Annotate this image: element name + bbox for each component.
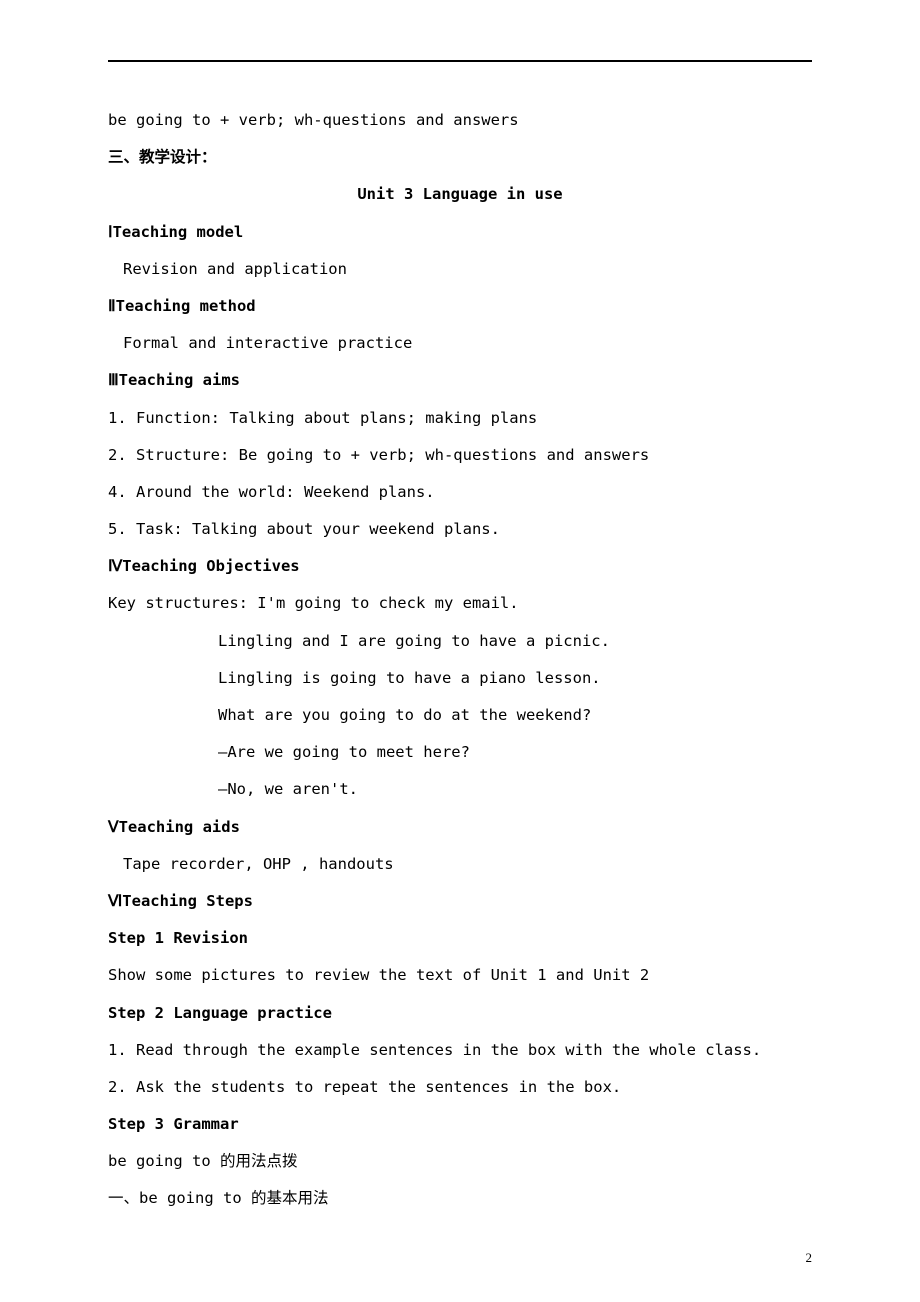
teaching-objectives-heading: ⅣTeaching Objectives (108, 548, 812, 585)
key-structures-line: Lingling is going to have a piano lesson… (108, 660, 812, 697)
step-title: Step 1 Revision (108, 920, 812, 957)
teaching-method-heading: ⅡTeaching method (108, 288, 812, 325)
section3-heading: 三、教学设计： (108, 139, 812, 176)
teaching-aids-heading: ⅤTeaching aids (108, 809, 812, 846)
page-number: 2 (806, 1250, 813, 1266)
key-structures-line: What are you going to do at the weekend? (108, 697, 812, 734)
step-line: 2. Ask the students to repeat the senten… (108, 1069, 812, 1106)
teaching-method-body: Formal and interactive practice (108, 325, 812, 362)
step-title: Step 3 Grammar (108, 1106, 812, 1143)
step-line: 1. Read through the example sentences in… (108, 1032, 812, 1069)
step-line: Show some pictures to review the text of… (108, 957, 812, 994)
teaching-aims-heading: ⅢTeaching aims (108, 362, 812, 399)
teaching-aids-body: Tape recorder, OHP , handouts (108, 846, 812, 883)
key-structures-lead: Key structures: I'm going to check my em… (108, 585, 812, 622)
key-structures-line: —Are we going to meet here? (108, 734, 812, 771)
unit-title: Unit 3 Language in use (108, 176, 812, 213)
teaching-aims-item: 2. Structure: Be going to + verb; wh-que… (108, 437, 812, 474)
key-structures-line: —No, we aren't. (108, 771, 812, 808)
teaching-aims-item: 5. Task: Talking about your weekend plan… (108, 511, 812, 548)
teaching-steps-heading: ⅥTeaching Steps (108, 883, 812, 920)
teaching-model-heading: ⅠTeaching model (108, 214, 812, 251)
key-structures-line: Lingling and I are going to have a picni… (108, 623, 812, 660)
top-rule (108, 60, 812, 62)
teaching-aims-item: 4. Around the world: Weekend plans. (108, 474, 812, 511)
step-line: be going to 的用法点拨 (108, 1143, 812, 1180)
step-title: Step 2 Language practice (108, 995, 812, 1032)
step-line: 一、be going to 的基本用法 (108, 1180, 812, 1217)
line-top: be going to + verb; wh-questions and ans… (108, 102, 812, 139)
teaching-model-body: Revision and application (108, 251, 812, 288)
teaching-aims-item: 1. Function: Talking about plans; making… (108, 400, 812, 437)
